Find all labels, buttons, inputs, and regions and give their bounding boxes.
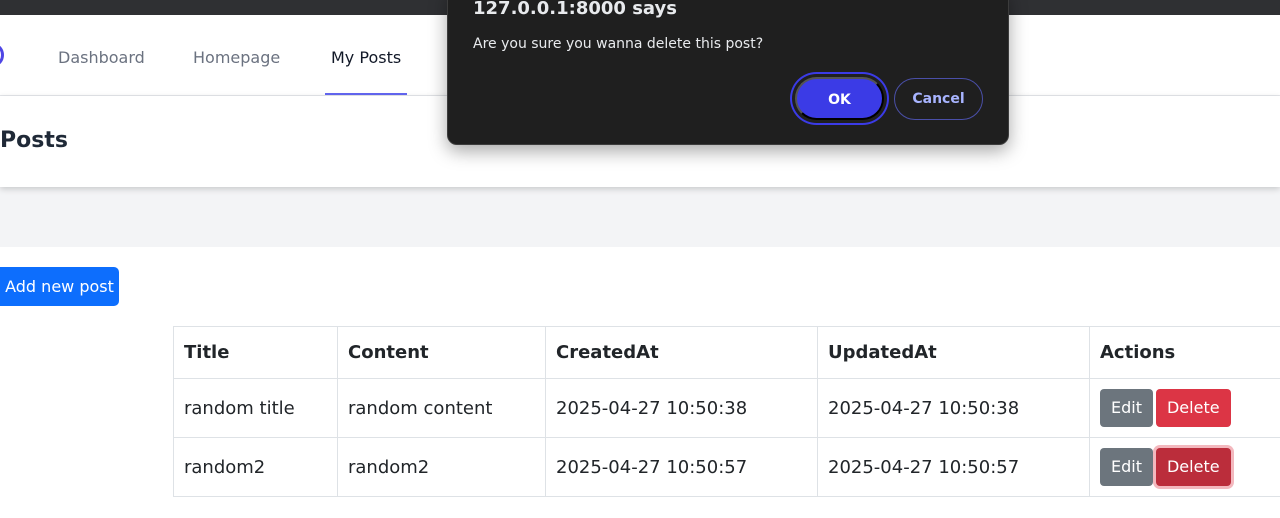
cell-title: random2: [173, 437, 338, 497]
cell-content: random content: [337, 378, 546, 438]
nav-item-homepage[interactable]: Homepage: [193, 48, 280, 67]
column-header-title: Title: [173, 326, 338, 379]
nav-item-dashboard[interactable]: Dashboard: [58, 48, 145, 67]
cell-created-at: 2025-04-27 10:50:38: [545, 378, 818, 438]
page-title: Posts: [0, 128, 68, 153]
posts-table: Title Content CreatedAt UpdatedAt Action…: [173, 326, 1280, 497]
cell-actions: Edit Delete: [1089, 437, 1280, 497]
table-header-row: Title Content CreatedAt UpdatedAt Action…: [173, 326, 1280, 379]
table-row: random title random content 2025-04-27 1…: [173, 378, 1280, 438]
content-background: [0, 187, 1280, 247]
cell-updated-at: 2025-04-27 10:50:38: [817, 378, 1090, 438]
dialog-ok-button[interactable]: OK: [795, 77, 884, 120]
cell-created-at: 2025-04-27 10:50:57: [545, 437, 818, 497]
add-new-post-button[interactable]: Add new post: [0, 267, 119, 306]
dialog-title: 127.0.0.1:8000 says: [473, 0, 677, 19]
column-header-created-at: CreatedAt: [545, 326, 818, 379]
nav-item-my-posts[interactable]: My Posts: [331, 48, 401, 67]
delete-button[interactable]: Delete: [1155, 448, 1231, 486]
confirm-dialog: 127.0.0.1:8000 says Are you sure you wan…: [447, 0, 1009, 145]
table-row: random2 random2 2025-04-27 10:50:57 2025…: [173, 437, 1280, 497]
cell-title: random title: [173, 378, 338, 438]
logo-icon[interactable]: [0, 44, 4, 66]
dialog-cancel-button[interactable]: Cancel: [894, 78, 983, 120]
delete-button[interactable]: Delete: [1155, 389, 1231, 427]
edit-button[interactable]: Edit: [1100, 389, 1153, 427]
column-header-actions: Actions: [1089, 326, 1280, 379]
edit-button[interactable]: Edit: [1100, 448, 1153, 486]
cell-content: random2: [337, 437, 546, 497]
active-nav-indicator: [325, 93, 407, 95]
column-header-content: Content: [337, 326, 546, 379]
cell-actions: Edit Delete: [1089, 378, 1280, 438]
dialog-message: Are you sure you wanna delete this post?: [473, 36, 764, 52]
cell-updated-at: 2025-04-27 10:50:57: [817, 437, 1090, 497]
column-header-updated-at: UpdatedAt: [817, 326, 1090, 379]
